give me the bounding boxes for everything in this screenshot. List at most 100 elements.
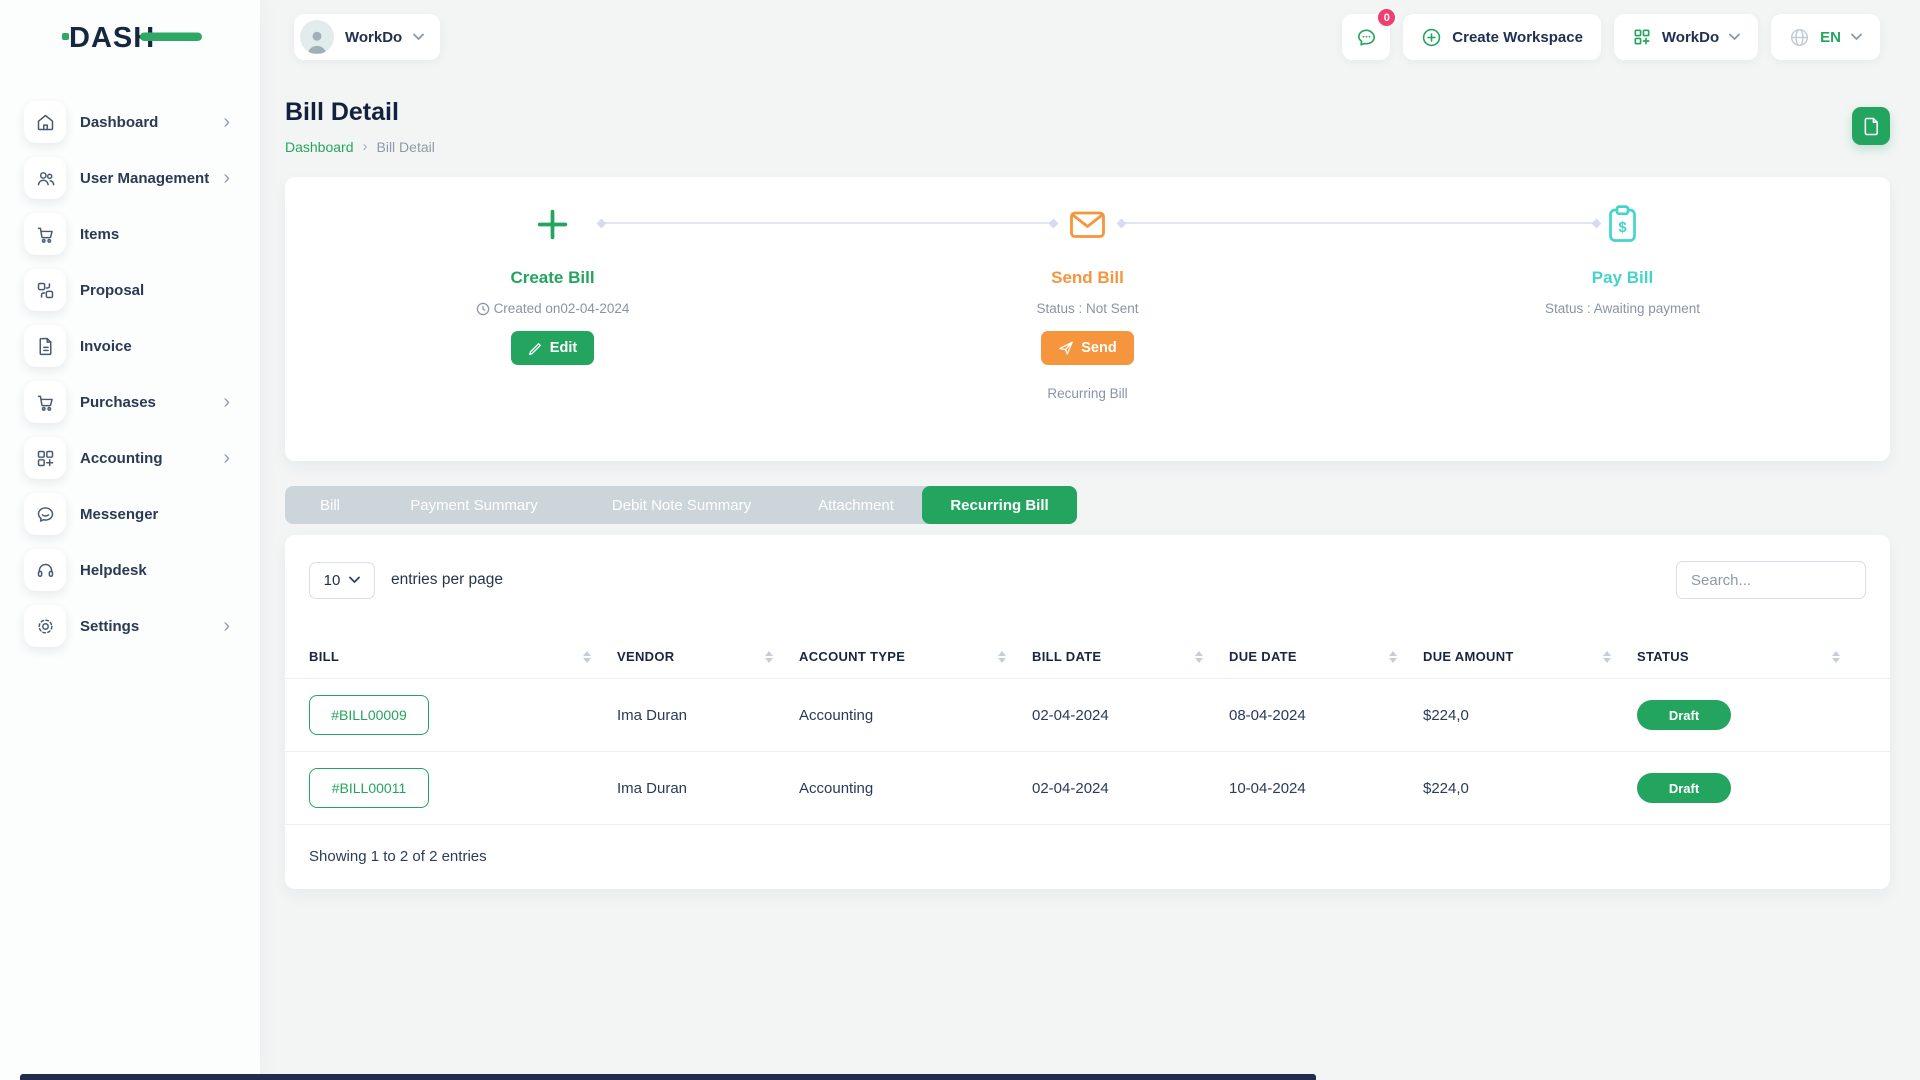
column-header-bill[interactable]: BILL	[309, 649, 617, 664]
sidebar-item-invoice[interactable]: Invoice	[0, 318, 260, 374]
sidebar-nav: Dashboard › User Management › Items Prop…	[0, 94, 260, 654]
brand-logo[interactable]: DASH	[62, 18, 212, 56]
table-controls: 10 entries per page	[285, 561, 1890, 599]
pencil-icon	[528, 341, 543, 356]
app-switcher[interactable]: WorkDo	[1614, 14, 1758, 60]
column-header-status[interactable]: STATUS	[1637, 649, 1866, 664]
chevron-right-icon: ›	[363, 138, 368, 155]
column-header-account-type[interactable]: ACCOUNT TYPE	[799, 649, 1032, 664]
page-title: Bill Detail	[285, 98, 1890, 127]
send-bill-button[interactable]: Send	[1041, 331, 1133, 365]
export-document-button[interactable]	[1852, 107, 1890, 145]
sidebar-item-purchases[interactable]: Purchases ›	[0, 374, 260, 430]
grid-plus-icon	[1632, 27, 1652, 47]
create-workspace-button[interactable]: Create Workspace	[1403, 14, 1601, 60]
status-badge: Draft	[1637, 700, 1731, 730]
page-header: Bill Detail Dashboard › Bill Detail	[285, 98, 1890, 155]
sort-icon	[1195, 651, 1203, 663]
step-pay-bill: $ Pay Bill Status : Awaiting payment	[1355, 177, 1890, 461]
sidebar-item-label: Items	[80, 226, 119, 243]
sidebar-item-dashboard[interactable]: Dashboard ›	[0, 94, 260, 150]
step-title: Pay Bill	[1592, 268, 1653, 288]
sort-icon	[1603, 651, 1611, 663]
column-header-vendor[interactable]: VENDOR	[617, 649, 799, 664]
chevron-down-icon	[349, 576, 360, 584]
sidebar-item-label: Helpdesk	[80, 562, 147, 579]
sort-icon	[1389, 651, 1397, 663]
breadcrumb-dashboard-link[interactable]: Dashboard	[285, 139, 354, 155]
sort-icon	[583, 651, 591, 663]
headset-icon	[24, 549, 66, 591]
mail-icon	[1069, 204, 1106, 244]
notifications-button[interactable]: 0	[1342, 14, 1390, 60]
entries-per-page-select[interactable]: 10	[309, 562, 375, 599]
status-badge: Draft	[1637, 773, 1731, 803]
chevron-down-icon	[1729, 33, 1740, 41]
column-header-due-amount[interactable]: DUE AMOUNT	[1423, 649, 1637, 664]
chevron-down-icon	[413, 33, 424, 41]
tab-attachment[interactable]: Attachment	[790, 486, 922, 524]
edit-bill-button[interactable]: Edit	[511, 331, 594, 365]
table-header-row: BILL VENDOR ACCOUNT TYPE BILL DATE DUE D…	[285, 635, 1890, 679]
sidebar: DASH Dashboard › User Management › Items	[0, 0, 260, 1080]
entries-value: 10	[324, 572, 341, 589]
step-create-bill: Create Bill Created on02-04-2024 Edit	[285, 177, 820, 461]
sidebar-item-label: Dashboard	[80, 114, 158, 131]
sidebar-item-label: User Management	[80, 170, 209, 187]
step-status: Status : Awaiting payment	[1545, 301, 1700, 316]
language-selector[interactable]: EN	[1771, 14, 1880, 60]
step-status: Status : Not Sent	[1036, 301, 1138, 316]
bill-number-link[interactable]: #BILL00011	[309, 768, 429, 808]
entries-per-page-label: entries per page	[391, 571, 503, 589]
create-workspace-label: Create Workspace	[1452, 29, 1583, 46]
sidebar-item-label: Purchases	[80, 394, 156, 411]
sidebar-item-accounting[interactable]: Accounting ›	[0, 430, 260, 486]
chevron-down-icon	[1851, 33, 1862, 41]
bill-date-cell: 02-04-2024	[1032, 780, 1229, 797]
table-row: #BILL00009 Ima Duran Accounting 02-04-20…	[285, 679, 1890, 752]
sidebar-item-settings[interactable]: Settings ›	[0, 598, 260, 654]
tab-payment-summary[interactable]: Payment Summary	[375, 486, 573, 524]
column-header-due-date[interactable]: DUE DATE	[1229, 649, 1423, 664]
step-status: Created on02-04-2024	[476, 301, 630, 316]
cart-icon	[24, 381, 66, 423]
paper-plane-icon	[1058, 340, 1074, 356]
column-header-bill-date[interactable]: BILL DATE	[1032, 649, 1229, 664]
bill-detail-tabs: Bill Payment Summary Debit Note Summary …	[285, 486, 1077, 524]
globe-icon	[1789, 27, 1810, 48]
search-input[interactable]	[1676, 561, 1866, 599]
tab-recurring-bill[interactable]: Recurring Bill	[922, 486, 1077, 524]
bill-number-link[interactable]: #BILL00009	[309, 695, 429, 735]
recurring-bill-note: Recurring Bill	[1047, 386, 1127, 401]
workspace-switcher[interactable]: WorkDo	[294, 14, 440, 60]
plus-circle-icon	[1421, 27, 1442, 48]
sidebar-item-helpdesk[interactable]: Helpdesk	[0, 542, 260, 598]
tab-debit-note-summary[interactable]: Debit Note Summary	[573, 486, 790, 524]
notification-badge: 0	[1376, 7, 1397, 28]
topbar: WorkDo 0 Create Workspace WorkDo EN	[260, 0, 1920, 74]
step-title: Send Bill	[1051, 268, 1124, 288]
workspace-name: WorkDo	[345, 29, 402, 46]
sidebar-item-user-management[interactable]: User Management ›	[0, 150, 260, 206]
tab-bill[interactable]: Bill	[285, 486, 375, 524]
vendor-cell: Ima Duran	[617, 780, 799, 797]
gear-icon	[24, 605, 66, 647]
step-send-bill: Send Bill Status : Not Sent Send Recurri…	[820, 177, 1355, 461]
account-type-cell: Accounting	[799, 707, 1032, 724]
chevron-right-icon: ›	[223, 616, 230, 636]
breadcrumb: Dashboard › Bill Detail	[285, 138, 1890, 155]
avatar	[300, 20, 334, 54]
due-amount-cell: $224,0	[1423, 707, 1637, 724]
chevron-right-icon: ›	[223, 168, 230, 188]
sidebar-item-messenger[interactable]: Messenger	[0, 486, 260, 542]
sidebar-item-label: Invoice	[80, 338, 132, 355]
sidebar-item-proposal[interactable]: Proposal	[0, 262, 260, 318]
account-type-cell: Accounting	[799, 780, 1032, 797]
bottom-bar	[20, 1074, 1316, 1080]
grid-plus-icon	[24, 437, 66, 479]
sidebar-item-items[interactable]: Items	[0, 206, 260, 262]
clock-icon	[476, 302, 490, 316]
breadcrumb-current: Bill Detail	[377, 139, 435, 155]
bill-clipboard-icon: $	[1607, 204, 1638, 244]
recurring-bill-table-card: 10 entries per page BILL VENDOR ACCOUNT …	[285, 535, 1890, 889]
